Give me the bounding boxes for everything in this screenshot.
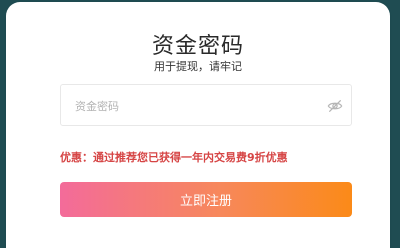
fund-password-field xyxy=(60,84,352,127)
dialog-subtitle: 用于提现，请牢记 xyxy=(154,60,242,73)
discount-notice: 优惠：通过推荐您已获得一年内交易费9折优惠 xyxy=(60,151,288,164)
dialog-title: 资金密码 xyxy=(151,34,244,59)
fund-password-input[interactable] xyxy=(73,85,317,127)
register-button[interactable]: 立即注册 xyxy=(60,182,352,217)
eye-off-icon[interactable] xyxy=(327,98,343,114)
password-dialog: 资金密码 用于提现，请牢记 优惠：通过推荐您已获得一年内交易费9折优惠 立即注册 xyxy=(6,2,390,248)
